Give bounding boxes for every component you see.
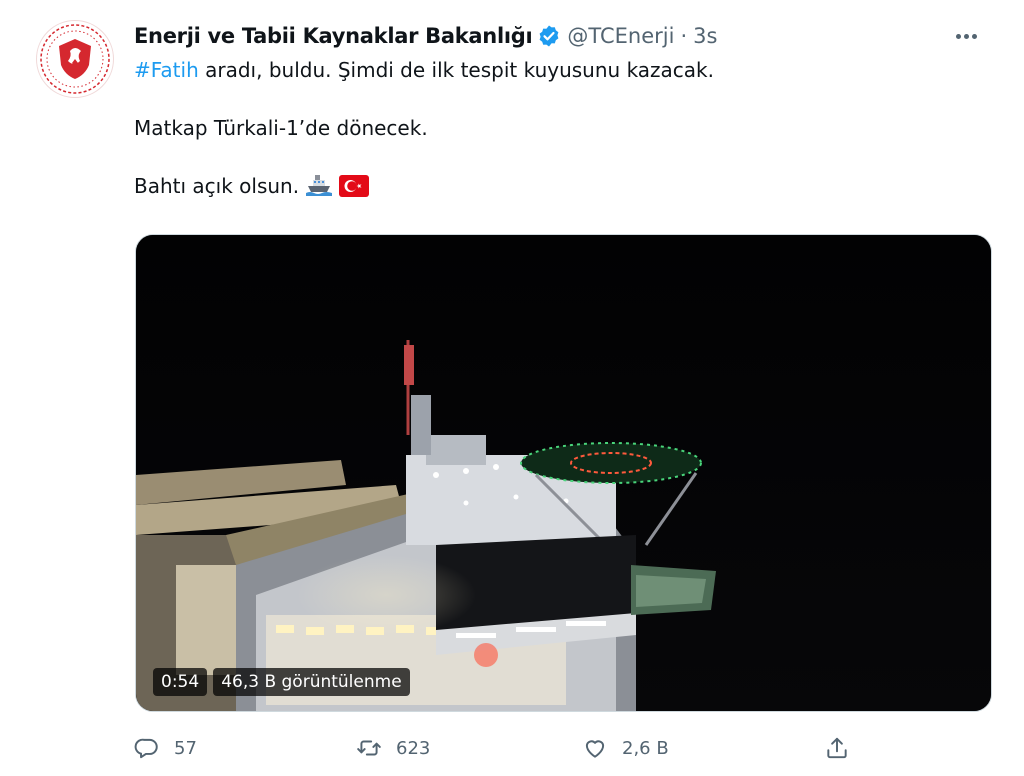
ship-emoji-icon bbox=[305, 173, 333, 205]
video-overlay: 0:54 46,3 B görüntülenme bbox=[153, 667, 410, 697]
author-name[interactable]: Enerji ve Tabii Kaynaklar Bakanlığı bbox=[134, 24, 533, 48]
share-icon bbox=[827, 737, 847, 759]
tweet-line-2: Matkap Türkali-1’de dönecek. bbox=[134, 116, 428, 140]
reply-icon bbox=[134, 738, 158, 759]
video-player[interactable]: 0:54 46,3 B görüntülenme bbox=[135, 234, 992, 712]
reply-button[interactable]: 57 bbox=[134, 728, 197, 768]
more-options-button[interactable] bbox=[948, 20, 984, 52]
more-dots-icon bbox=[955, 33, 961, 39]
ministry-emblem-icon bbox=[40, 24, 110, 94]
tweet-header: Enerji ve Tabii Kaynaklar Bakanlığı @TCE… bbox=[134, 20, 984, 52]
tweet-text: #Fatih aradı, buldu. Şimdi de ilk tespit… bbox=[134, 56, 984, 205]
retweet-count: 623 bbox=[396, 737, 431, 759]
reply-count: 57 bbox=[174, 737, 197, 759]
tweet[interactable]: Enerji ve Tabii Kaynaklar Bakanlığı @TCE… bbox=[0, 0, 1024, 776]
verified-badge-icon bbox=[539, 25, 559, 47]
turkey-flag-emoji-icon bbox=[339, 175, 370, 205]
like-button[interactable]: 2,6 B bbox=[582, 728, 669, 768]
retweet-icon bbox=[357, 740, 381, 756]
tweet-timestamp[interactable]: 3s bbox=[693, 24, 717, 48]
like-count: 2,6 B bbox=[622, 737, 669, 759]
video-duration: 0:54 bbox=[153, 668, 208, 696]
author-handle[interactable]: @TCEnerji bbox=[567, 24, 674, 48]
tweet-line-3: Bahtı açık olsun. bbox=[134, 172, 984, 205]
video-view-count: 46,3 B görüntülenme bbox=[213, 668, 410, 696]
tweet-line-1-text: aradı, buldu. Şimdi de ilk tespit kuyusu… bbox=[198, 58, 714, 82]
tweet-line-1: #Fatih aradı, buldu. Şimdi de ilk tespit… bbox=[134, 56, 984, 85]
separator-dot: · bbox=[680, 24, 688, 48]
heart-icon bbox=[585, 740, 605, 758]
tweet-line-3-text: Bahtı açık olsun. bbox=[134, 174, 300, 198]
drillship-at-night-video bbox=[136, 235, 991, 711]
avatar[interactable] bbox=[36, 20, 114, 98]
tweet-actions: 57 623 2,6 B bbox=[134, 728, 864, 768]
share-button[interactable] bbox=[824, 728, 850, 768]
retweet-button[interactable]: 623 bbox=[356, 728, 430, 768]
hashtag-link[interactable]: #Fatih bbox=[134, 58, 199, 82]
